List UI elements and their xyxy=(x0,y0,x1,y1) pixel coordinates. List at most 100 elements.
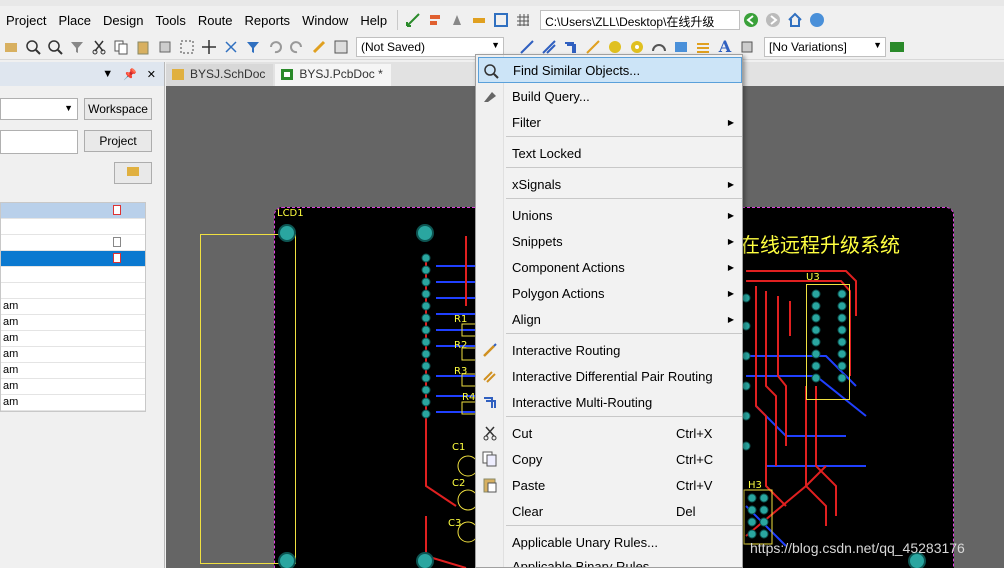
menu-item-clear[interactable]: Clear Del xyxy=(478,498,742,524)
menu-window[interactable]: Window xyxy=(296,13,354,28)
tree-row[interactable]: am xyxy=(1,347,145,363)
browse-icon[interactable] xyxy=(332,38,350,56)
copy-toolbar-icon[interactable] xyxy=(112,38,130,56)
fill-icon[interactable] xyxy=(672,38,690,56)
chevron-down-icon: ▼ xyxy=(873,39,882,50)
board-icon[interactable] xyxy=(888,38,906,56)
menu-item-interactive-routing[interactable]: Interactive Routing xyxy=(478,337,742,363)
tree-row-selected[interactable] xyxy=(1,251,145,267)
component-place-icon[interactable] xyxy=(738,38,756,56)
tree-row[interactable] xyxy=(1,283,145,299)
align-icon[interactable] xyxy=(426,11,444,29)
ruler-icon[interactable] xyxy=(470,11,488,29)
menu-item-label: Component Actions xyxy=(512,259,625,275)
tree-row[interactable] xyxy=(1,219,145,235)
string-icon[interactable]: A xyxy=(716,37,734,56)
menu-item-polygon-actions[interactable]: Polygon Actions ▶ xyxy=(478,280,742,306)
menu-item-component-actions[interactable]: Component Actions ▶ xyxy=(478,254,742,280)
submenu-arrow-icon: ▶ xyxy=(727,262,734,272)
tree-row[interactable]: am xyxy=(1,395,145,411)
tree-row[interactable]: am xyxy=(1,363,145,379)
menu-project[interactable]: Project xyxy=(0,13,52,28)
variations-combo[interactable]: [No Variations] ▼ xyxy=(764,36,886,57)
project-select[interactable] xyxy=(0,130,78,154)
document-path-field[interactable]: C:\Users\ZLL\Desktop\在线升级 xyxy=(540,10,741,30)
panel-menu-icon[interactable]: ▼ xyxy=(102,68,113,80)
workspace-button[interactable]: Workspace xyxy=(84,98,152,120)
menu-help[interactable]: Help xyxy=(354,13,393,28)
menu-item-cut[interactable]: Cut Ctrl+X xyxy=(478,420,742,446)
menu-item-label: Polygon Actions xyxy=(512,285,605,301)
menu-item-label: xSignals xyxy=(512,176,562,192)
grid-icon[interactable] xyxy=(514,11,532,29)
open-icon[interactable] xyxy=(2,38,20,56)
menu-item-text-locked[interactable]: Text Locked xyxy=(478,140,742,166)
watermark-url: https://blog.csdn.net/qq_45283176 xyxy=(750,540,965,556)
diff-pair-icon[interactable] xyxy=(562,38,580,56)
rubber-stamp-icon[interactable] xyxy=(156,38,174,56)
wire-icon[interactable] xyxy=(584,38,602,56)
cross-probe-icon[interactable] xyxy=(310,38,328,56)
menu-item-copy[interactable]: Copy Ctrl+C xyxy=(478,446,742,472)
tree-row[interactable]: am xyxy=(1,315,145,331)
menu-design[interactable]: Design xyxy=(97,13,149,28)
tree-row[interactable]: am xyxy=(1,379,145,395)
copy-icon xyxy=(482,451,497,467)
back-icon[interactable] xyxy=(742,11,760,29)
menu-item-multi-routing[interactable]: Interactive Multi-Routing xyxy=(478,389,742,415)
tree-row[interactable]: am xyxy=(1,331,145,347)
deselect-icon[interactable] xyxy=(222,38,240,56)
room-icon[interactable] xyxy=(492,11,510,29)
component-icon[interactable] xyxy=(448,11,466,29)
build-query-icon xyxy=(484,92,496,102)
select-area-icon[interactable] xyxy=(178,38,196,56)
menu-item-diff-pair-routing[interactable]: Interactive Differential Pair Routing xyxy=(478,363,742,389)
pad-icon[interactable] xyxy=(628,38,646,56)
via-icon[interactable] xyxy=(606,38,624,56)
tree-row[interactable] xyxy=(1,235,145,251)
tab-schdoc[interactable]: BYSJ.SchDoc xyxy=(166,64,274,86)
project-button[interactable]: Project xyxy=(84,130,152,152)
place-icon[interactable] xyxy=(404,11,422,29)
polygon-icon[interactable] xyxy=(694,38,712,56)
menu-place[interactable]: Place xyxy=(52,13,97,28)
forward-icon[interactable] xyxy=(764,11,782,29)
cut-icon[interactable] xyxy=(90,38,108,56)
workspace-select[interactable]: ▼ xyxy=(0,98,78,120)
zoom-area-icon[interactable] xyxy=(24,38,42,56)
menu-tools[interactable]: Tools xyxy=(149,13,191,28)
menu-item-align[interactable]: Align ▶ xyxy=(478,306,742,332)
help-icon[interactable] xyxy=(808,11,826,29)
arc-icon[interactable] xyxy=(650,38,668,56)
tree-row[interactable]: am xyxy=(1,299,145,315)
pin-icon[interactable]: 📌 xyxy=(123,68,137,81)
home-icon[interactable] xyxy=(786,11,804,29)
chevron-down-icon: ▼ xyxy=(491,39,500,50)
menu-reports[interactable]: Reports xyxy=(239,13,297,28)
zoom-selected-icon[interactable] xyxy=(46,38,64,56)
menu-item-build-query[interactable]: Build Query... xyxy=(478,83,742,109)
route-multiple-icon[interactable] xyxy=(540,38,558,56)
interactive-route-icon[interactable] xyxy=(518,38,536,56)
menu-item-label: Applicable Unary Rules... xyxy=(512,534,658,550)
menu-item-unions[interactable]: Unions ▶ xyxy=(478,202,742,228)
move-icon[interactable] xyxy=(200,38,218,56)
undo-icon[interactable] xyxy=(266,38,284,56)
tab-pcbdoc[interactable]: BYSJ.PcbDoc * xyxy=(275,64,391,86)
filter-icon[interactable] xyxy=(68,38,86,56)
menu-item-binary-rules[interactable]: Applicable Binary Rules... xyxy=(478,553,742,568)
close-icon[interactable]: ✕ xyxy=(147,68,156,81)
menu-item-unary-rules[interactable]: Applicable Unary Rules... xyxy=(478,529,742,555)
menu-item-snippets[interactable]: Snippets ▶ xyxy=(478,228,742,254)
menu-item-paste[interactable]: Paste Ctrl+V xyxy=(478,472,742,498)
tree-row[interactable] xyxy=(1,203,145,219)
menu-item-xsignals[interactable]: xSignals ▶ xyxy=(478,171,742,197)
menu-item-filter[interactable]: Filter ▶ xyxy=(478,109,742,135)
redo-icon[interactable] xyxy=(288,38,306,56)
panel-options-button[interactable] xyxy=(114,162,152,184)
paste-toolbar-icon[interactable] xyxy=(134,38,152,56)
tree-row[interactable] xyxy=(1,267,145,283)
clear-filter-icon[interactable] xyxy=(244,38,262,56)
menu-item-find-similar[interactable]: Find Similar Objects... xyxy=(478,57,742,83)
menu-route[interactable]: Route xyxy=(192,13,239,28)
